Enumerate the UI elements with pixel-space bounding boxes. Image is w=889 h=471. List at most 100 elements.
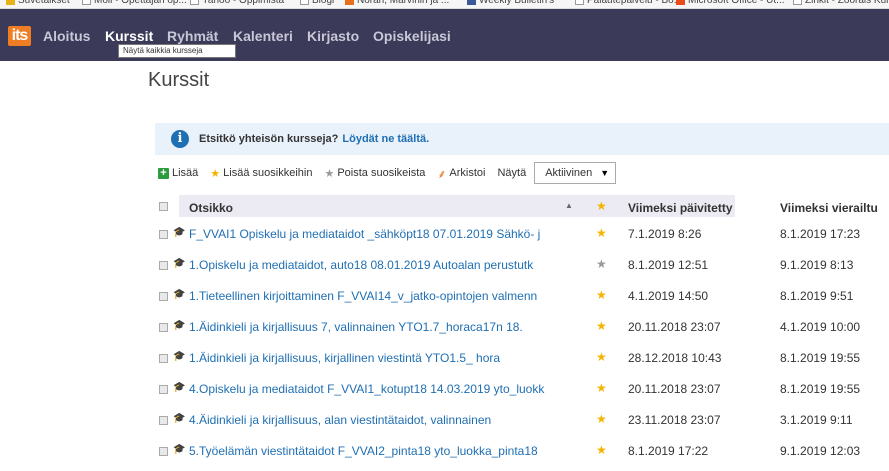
community-courses-link[interactable]: Löydät ne täältä. (342, 133, 429, 145)
table-row: 🎓 1.Tieteellinen kirjoittaminen F_VVAI14_… (155, 281, 889, 312)
bookmark-item[interactable]: Weekly Bulletin's (467, 0, 554, 6)
table-row: 🎓 1.Äidinkieli ja kirjallisuus 7, valinna… (155, 312, 889, 343)
bookmark-label: Yahoo - Oppimista (202, 0, 285, 6)
last-updated: 20.11.2018 23:07 (628, 382, 721, 396)
course-title-link[interactable]: 1.Tieteellinen kirjoittaminen F_VVAI14_v… (189, 289, 537, 303)
course-cap-icon: 🎓 (173, 258, 186, 269)
last-visited: 8.1.2019 19:55 (780, 382, 861, 396)
nav-opiskelijasi[interactable]: Opiskelijasi (373, 28, 451, 44)
last-visited: 8.1.2019 17:23 (780, 227, 861, 241)
course-cap-icon: 🎓 (173, 444, 186, 455)
favorite-star-icon[interactable]: ★ (596, 412, 607, 426)
last-updated: 20.11.2018 23:07 (628, 320, 721, 334)
plus-icon: + (158, 167, 169, 179)
course-cap-icon: 🎓 (173, 382, 186, 393)
last-updated: 4.1.2019 14:50 (628, 289, 709, 303)
remove-favorite-label: Poista suosikeista (337, 167, 426, 179)
its-logo[interactable]: its (8, 26, 31, 46)
page-icon (575, 0, 584, 5)
nav-tooltip: Näytä kaikkia kursseja (118, 44, 236, 58)
bookmark-label: Microsoft Office - Ut... (688, 0, 785, 6)
last-visited: 8.1.2019 19:55 (780, 351, 861, 365)
bookmark-item[interactable]: Yahoo - Oppimista (190, 0, 284, 6)
not-favorite-star-icon[interactable]: ★ (596, 257, 607, 271)
header-updated[interactable]: Viimeksi päivitetty (628, 201, 733, 215)
page-icon (793, 0, 802, 5)
row-checkbox[interactable] (159, 323, 168, 332)
office-icon (676, 0, 685, 5)
bookmark-item[interactable]: Palautepalvelu - Bo... (575, 0, 682, 6)
favorite-star-icon[interactable]: ★ (596, 288, 607, 302)
course-cap-icon: 🎓 (173, 289, 186, 300)
bookmark-label: Suvetaikset (18, 0, 70, 6)
row-checkbox[interactable] (159, 230, 168, 239)
table-row: 🎓 1.Opiskelu ja mediataidot, auto18 08.01… (155, 250, 889, 281)
header-visited[interactable]: Viimeksi vierailtu (780, 201, 878, 215)
nav-aloitus[interactable]: Aloitus (43, 28, 90, 44)
last-visited: 3.1.2019 9:11 (780, 413, 853, 427)
row-checkbox[interactable] (159, 447, 168, 456)
add-favorite-button[interactable]: ★ Lisää suosikkeihin (210, 167, 312, 180)
last-visited: 9.1.2019 12:03 (780, 444, 861, 458)
row-checkbox[interactable] (159, 292, 168, 301)
bookmark-item[interactable]: Norah, Marvinin ja ... (345, 0, 449, 6)
bookmark-label: Weekly Bulletin's (479, 0, 555, 6)
star-outline-icon: ★ (324, 167, 335, 180)
table-header: Otsikko ▲ ★ Viimeksi päivitetty Viimeksi… (155, 195, 889, 219)
archive-button[interactable]: ⸙ Arkistoi (437, 165, 485, 182)
bookmark-item[interactable]: Moli - Opettajan op... (82, 0, 187, 6)
table-row: 🎓 F_VVAI1 Opiskelu ja mediataidot _sähköp… (155, 219, 889, 250)
course-title-link[interactable]: 4.Äidinkieli ja kirjallisuus, alan viest… (189, 413, 491, 427)
add-button[interactable]: + Lisää (158, 167, 198, 179)
add-favorite-label: Lisää suosikkeihin (223, 167, 313, 179)
table-row: 🎓 4.Äidinkieli ja kirjallisuus, alan vies… (155, 405, 889, 436)
info-text: Etsitkö yhteisön kursseja? (199, 133, 339, 145)
course-title-link[interactable]: 4.Opiskelu ja mediataidot F_VVAI1_kotupt… (189, 382, 544, 396)
table-row: 🎓 5.Työelämän viestintätaidot F_VVAI2_pin… (155, 436, 889, 467)
select-all-checkbox[interactable] (159, 202, 168, 211)
bookmark-item[interactable]: Blogi (300, 0, 334, 6)
bookmarks-bar: Suvetaikset Moli - Opettajan op... Yahoo -… (0, 0, 889, 9)
nav-kirjasto[interactable]: Kirjasto (307, 28, 359, 44)
row-checkbox[interactable] (159, 354, 168, 363)
course-cap-icon: 🎓 (173, 413, 186, 424)
course-title-link[interactable]: 1.Opiskelu ja mediataidot, auto18 08.01.… (189, 258, 533, 272)
row-checkbox[interactable] (159, 385, 168, 394)
bookmark-item[interactable]: Zinkit - Zoorais Kun... (793, 0, 889, 6)
course-title-link[interactable]: F_VVAI1 Opiskelu ja mediataidot _sähköpt… (189, 227, 540, 241)
bookmark-label: Zinkit - Zoorais Kun... (805, 0, 889, 6)
nav-ryhmat[interactable]: Ryhmät (167, 28, 218, 44)
favorite-star-icon[interactable]: ★ (596, 381, 607, 395)
star-icon: ★ (210, 167, 221, 180)
header-title[interactable]: Otsikko (189, 201, 233, 215)
course-cap-icon: 🎓 (173, 227, 186, 238)
facebook-icon (467, 0, 476, 5)
last-visited: 4.1.2019 10:00 (780, 320, 861, 334)
status-filter-select[interactable]: Aktiivinen ▼ (534, 162, 617, 184)
favorite-star-icon[interactable]: ★ (596, 350, 607, 364)
folder-icon (6, 0, 15, 5)
course-cap-icon: 🎓 (173, 320, 186, 331)
nav-kalenteri[interactable]: Kalenteri (233, 28, 293, 44)
bookmark-label: Norah, Marvinin ja ... (357, 0, 450, 6)
row-checkbox[interactable] (159, 416, 168, 425)
course-title-link[interactable]: 1.Äidinkieli ja kirjallisuus 7, valinnai… (189, 320, 523, 334)
row-checkbox[interactable] (159, 261, 168, 270)
favorite-column-star-icon[interactable]: ★ (596, 199, 607, 213)
bookmark-label: Blogi (312, 0, 335, 6)
archive-label: Arkistoi (449, 167, 486, 179)
page-title: Kurssit (148, 69, 210, 91)
bookmark-item[interactable]: Microsoft Office - Ut... (676, 0, 785, 6)
sort-asc-icon[interactable]: ▲ (565, 201, 573, 210)
favorite-star-icon[interactable]: ★ (596, 443, 607, 457)
favorite-star-icon[interactable]: ★ (596, 319, 607, 333)
add-label: Lisää (172, 167, 199, 179)
bookmark-item[interactable]: Suvetaikset (6, 0, 70, 6)
favorite-star-icon[interactable]: ★ (596, 226, 607, 240)
bookmark-label: Palautepalvelu - Bo... (587, 0, 683, 6)
course-title-link[interactable]: 1.Äidinkieli ja kirjallisuus, kirjalline… (189, 351, 500, 365)
course-title-link[interactable]: 5.Työelämän viestintätaidot F_VVAI2_pint… (189, 444, 538, 458)
nav-kurssit[interactable]: Kurssit (105, 28, 153, 44)
remove-favorite-button[interactable]: ★ Poista suosikeista (324, 167, 425, 180)
page-icon (300, 0, 309, 5)
